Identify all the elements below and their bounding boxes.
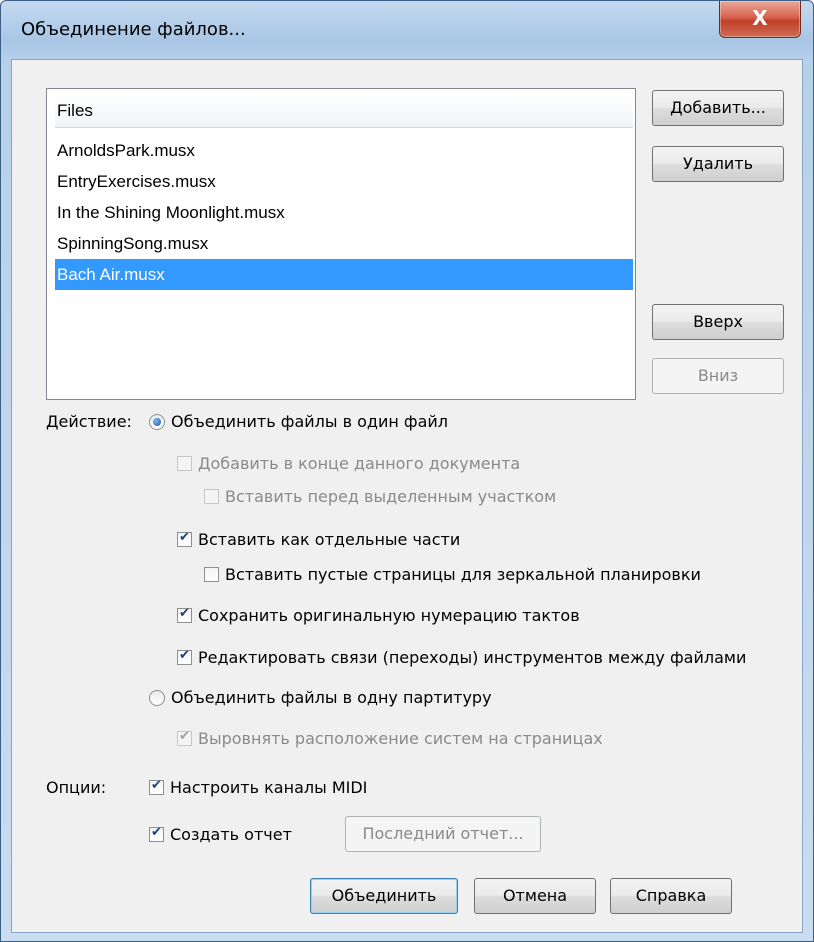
- insert-blank-pages-option[interactable]: Вставить пустые страницы для зеркальной …: [204, 565, 701, 584]
- cancel-button[interactable]: Отмена: [474, 878, 596, 914]
- list-item[interactable]: In the Shining Moonlight.musx: [55, 197, 633, 228]
- checkbox-insert-before[interactable]: [204, 489, 219, 504]
- checkbox-edit-links[interactable]: [177, 648, 192, 665]
- last-report-button[interactable]: Последний отчет...: [345, 816, 541, 852]
- files-column-header[interactable]: Files: [55, 95, 633, 128]
- checkbox-keep-numbering[interactable]: [177, 606, 192, 623]
- insert-as-parts-label: Вставить как отдельные части: [198, 530, 461, 549]
- midi-channels-option[interactable]: Настроить каналы MIDI: [149, 778, 367, 797]
- radio-merge-one-score[interactable]: [149, 689, 165, 706]
- files-list[interactable]: Files ArnoldsPark.musx EntryExercises.mu…: [46, 88, 636, 400]
- options-label: Опции:: [46, 778, 107, 797]
- move-down-button[interactable]: Вниз: [652, 358, 784, 394]
- keep-numbering-label: Сохранить оригинальную нумерацию тактов: [198, 606, 580, 625]
- checkbox-align-systems[interactable]: [177, 729, 192, 746]
- list-item[interactable]: EntryExercises.musx: [55, 166, 633, 197]
- list-item[interactable]: SpinningSong.musx: [55, 228, 633, 259]
- checkbox-insert-blank-pages[interactable]: [204, 567, 219, 582]
- merge-files-dialog: Объединение файлов... X Files ArnoldsPar…: [0, 0, 814, 942]
- merge-one-file-option[interactable]: Объединить файлы в один файл: [149, 412, 448, 431]
- remove-button[interactable]: Удалить: [652, 146, 784, 182]
- insert-blank-pages-label: Вставить пустые страницы для зеркальной …: [225, 565, 701, 584]
- merge-one-score-option[interactable]: Объединить файлы в одну партитуру: [149, 688, 492, 707]
- edit-links-option[interactable]: Редактировать связи (переходы) инструмен…: [177, 648, 746, 667]
- title-bar[interactable]: Объединение файлов... X: [1, 1, 813, 59]
- insert-before-option[interactable]: Вставить перед выделенным участком: [204, 487, 556, 506]
- dialog-title: Объединение файлов...: [21, 19, 246, 40]
- radio-merge-one-file[interactable]: [149, 413, 165, 430]
- checkbox-insert-as-parts[interactable]: [177, 530, 192, 547]
- create-report-option[interactable]: Создать отчет: [149, 825, 292, 844]
- checkbox-append-end[interactable]: [177, 456, 192, 471]
- insert-as-parts-option[interactable]: Вставить как отдельные части: [177, 530, 460, 549]
- insert-before-label: Вставить перед выделенным участком: [225, 487, 557, 506]
- append-end-label: Добавить в конце данного документа: [198, 454, 521, 473]
- keep-numbering-option[interactable]: Сохранить оригинальную нумерацию тактов: [177, 606, 580, 625]
- midi-channels-label: Настроить каналы MIDI: [170, 778, 368, 797]
- create-report-label: Создать отчет: [170, 825, 292, 844]
- files-list-items: ArnoldsPark.musx EntryExercises.musx In …: [55, 135, 633, 290]
- checkbox-create-report[interactable]: [149, 825, 164, 842]
- help-button[interactable]: Справка: [610, 878, 732, 914]
- dialog-body: Files ArnoldsPark.musx EntryExercises.mu…: [11, 59, 803, 933]
- merge-one-score-label: Объединить файлы в одну партитуру: [171, 688, 492, 707]
- merge-button[interactable]: Объединить: [310, 878, 458, 914]
- merge-one-file-label: Объединить файлы в один файл: [171, 412, 449, 431]
- list-item-selected[interactable]: Bach Air.musx: [55, 259, 633, 290]
- checkbox-midi-channels[interactable]: [149, 778, 164, 795]
- append-end-option[interactable]: Добавить в конце данного документа: [177, 454, 520, 473]
- list-item[interactable]: ArnoldsPark.musx: [55, 135, 633, 166]
- align-systems-option[interactable]: Выровнять расположение систем на страниц…: [177, 729, 603, 748]
- add-button[interactable]: Добавить...: [652, 90, 784, 126]
- action-label: Действие:: [46, 412, 132, 431]
- edit-links-label: Редактировать связи (переходы) инструмен…: [198, 648, 747, 667]
- close-button[interactable]: X: [719, 1, 801, 38]
- move-up-button[interactable]: Вверх: [652, 304, 784, 340]
- align-systems-label: Выровнять расположение систем на страниц…: [198, 729, 603, 748]
